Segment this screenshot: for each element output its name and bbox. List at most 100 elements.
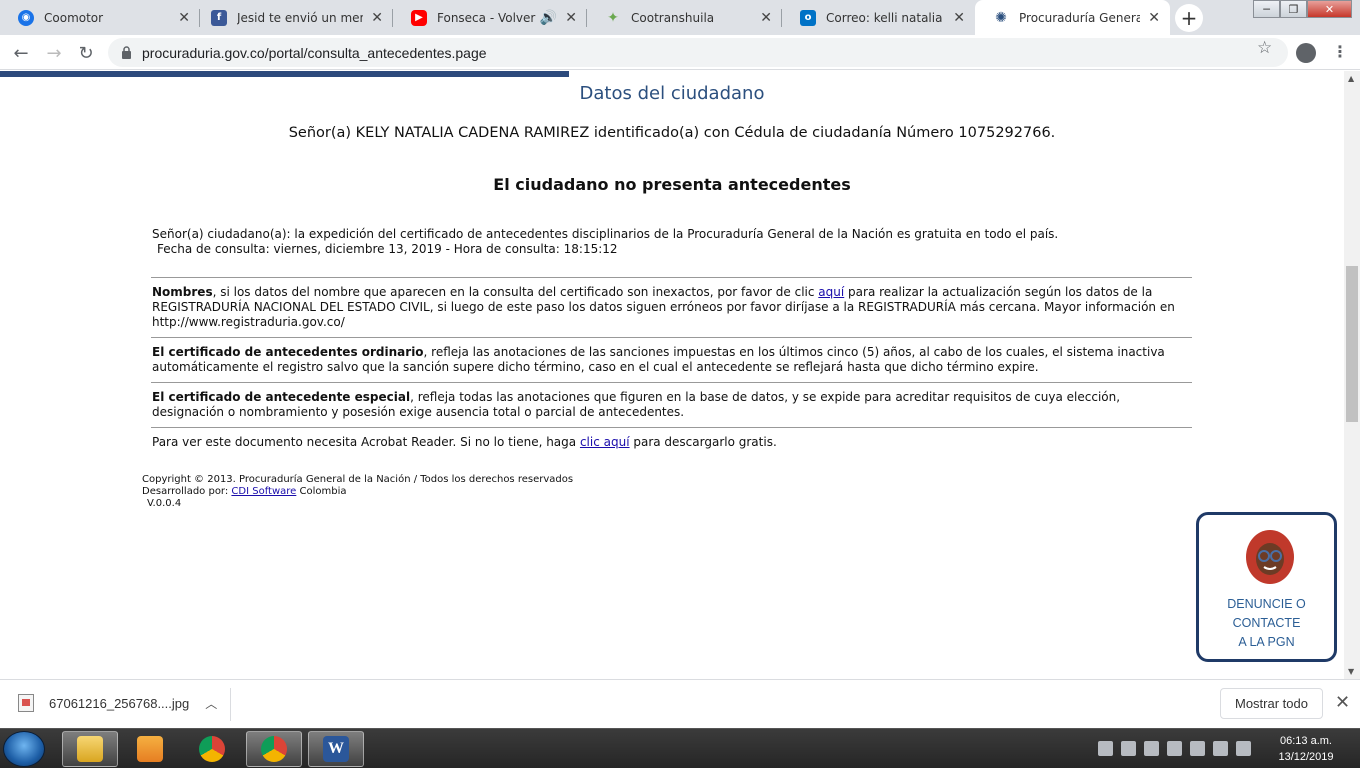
windows-taskbar: W 06:13 a.m. 13/12/2019 <box>0 728 1360 768</box>
volume-icon[interactable] <box>1190 741 1205 756</box>
back-button[interactable]: ← <box>8 40 34 66</box>
scroll-thumb[interactable] <box>1346 266 1358 422</box>
section-title: Datos del ciudadano <box>579 83 765 104</box>
cdi-software-link[interactable]: CDI Software <box>231 486 296 497</box>
taskbar-chrome[interactable] <box>184 731 240 767</box>
procuraduria-icon: ✺ <box>995 9 1007 26</box>
denuncie-contacte-widget[interactable]: DENUNCIE O CONTACTE A LA PGN <box>1196 512 1337 662</box>
system-tray <box>1098 741 1251 756</box>
clic-aqui-link[interactable]: clic aquí <box>580 435 630 449</box>
address-bar[interactable]: procuraduria.gov.co/portal/consulta_ante… <box>108 38 1288 67</box>
chrome-icon <box>199 736 225 762</box>
forward-button[interactable]: → <box>41 40 67 66</box>
tab-cootranshuila[interactable]: ✦ Cootranshuila ✕ <box>587 0 782 35</box>
acrobat-text: Para ver este documento necesita Acrobat… <box>152 435 580 449</box>
especial-paragraph: El certificado de antecedente especial, … <box>152 390 1192 420</box>
divider <box>151 427 1192 428</box>
notice-line: Señor(a) ciudadano(a): la expedición del… <box>152 227 1059 241</box>
network-icon[interactable] <box>1144 741 1159 756</box>
nombres-text: , si los datos del nombre que aparecen e… <box>212 285 819 299</box>
clock-time: 06:13 a.m. <box>1280 735 1332 747</box>
citizen-line: Señor(a) KELY NATALIA CADENA RAMIREZ ide… <box>288 125 1056 141</box>
bookmark-star-icon[interactable]: ☆ <box>1257 38 1272 58</box>
download-filename: 67061216_256768....jpg <box>49 695 190 711</box>
scroll-up-icon[interactable]: ▲ <box>1348 74 1354 83</box>
close-shelf-icon[interactable]: ✕ <box>1335 692 1350 713</box>
speaker-icon[interactable] <box>1121 741 1136 756</box>
hummingbird-icon: ✦ <box>607 9 619 26</box>
ordinario-bold: El certificado de antecedentes ordinario <box>152 345 424 359</box>
assistant-avatar-icon <box>1245 529 1295 585</box>
windows-icon[interactable] <box>1236 741 1251 756</box>
clock-date: 13/12/2019 <box>1278 751 1334 763</box>
scroll-down-icon[interactable]: ▼ <box>1348 667 1354 676</box>
taskbar-media-player[interactable] <box>122 731 178 767</box>
download-shelf: 67061216_256768....jpg ︿ Mostrar todo ✕ <box>0 679 1360 728</box>
acrobat-text-2: para descargarlo gratis. <box>629 435 777 449</box>
minimize-button[interactable]: ─ <box>1253 0 1280 18</box>
antivirus-icon[interactable] <box>1098 741 1113 756</box>
maximize-button[interactable]: ❐ <box>1280 0 1307 18</box>
nombres-paragraph: Nombres, si los datos del nombre que apa… <box>152 285 1192 330</box>
show-all-button[interactable]: Mostrar todo <box>1220 688 1323 719</box>
close-icon[interactable]: ✕ <box>760 10 772 26</box>
copyright: Copyright © 2013. Procuraduría General d… <box>142 474 574 485</box>
tab-title: Procuraduría General de <box>1019 10 1141 25</box>
tab-title: Fonseca - Volver a V <box>437 10 536 25</box>
tab-title: Coomotor <box>44 10 104 25</box>
divider <box>151 382 1192 383</box>
account-icon[interactable] <box>1296 43 1316 63</box>
chevron-up-icon[interactable]: ︿ <box>205 695 217 712</box>
word-icon: W <box>323 736 349 762</box>
start-button[interactable] <box>3 731 45 767</box>
tab-coomotor[interactable]: ◉ Coomotor ✕ <box>0 0 200 35</box>
download-item[interactable]: 67061216_256768....jpg ︿ <box>18 694 217 712</box>
page-scrollbar[interactable]: ▲ ▼ <box>1344 71 1360 679</box>
consult-date: Fecha de consulta: viernes, diciembre 13… <box>157 242 618 256</box>
close-icon[interactable]: ✕ <box>178 10 190 26</box>
audio-icon[interactable]: 🔊 <box>540 10 557 26</box>
new-tab-button[interactable]: + <box>1175 4 1203 32</box>
close-icon[interactable]: ✕ <box>1148 10 1160 26</box>
image-file-icon <box>18 694 34 712</box>
notice: Señor(a) ciudadano(a): la expedición del… <box>152 227 1192 257</box>
nombres-bold: Nombres <box>152 285 213 299</box>
tab-procuraduria[interactable]: ✺ Procuraduría General de ✕ <box>975 0 1170 35</box>
monitor-icon[interactable] <box>1167 741 1182 756</box>
explorer-icon <box>77 736 103 762</box>
chrome-active-icon <box>261 736 287 762</box>
taskbar-explorer[interactable] <box>62 731 118 767</box>
url-text: procuraduria.gov.co/portal/consulta_ante… <box>142 44 487 61</box>
taskbar-word[interactable]: W <box>308 731 364 767</box>
tab-strip: ◉ Coomotor ✕ f Jesid te envió un mensaje… <box>0 0 1360 35</box>
window-close-button[interactable]: ✕ <box>1307 0 1352 18</box>
close-icon[interactable]: ✕ <box>565 10 577 26</box>
menu-icon[interactable]: ⋮ <box>1332 42 1348 61</box>
tab-outlook[interactable]: o Correo: kelli natalia cade ✕ <box>782 0 975 35</box>
aqui-link[interactable]: aquí <box>818 285 844 299</box>
settings-icon[interactable] <box>1213 741 1228 756</box>
facebook-icon: f <box>211 9 227 26</box>
tab-title: Correo: kelli natalia cade <box>826 10 945 25</box>
close-icon[interactable]: ✕ <box>371 10 383 26</box>
widget-label[interactable]: DENUNCIE O CONTACTE A LA PGN <box>1199 595 1334 652</box>
acrobat-paragraph: Para ver este documento necesita Acrobat… <box>152 435 1192 450</box>
version: V.0.0.4 <box>147 498 182 509</box>
system-clock[interactable]: 06:13 a.m. 13/12/2019 <box>1266 733 1346 765</box>
outlook-icon: o <box>800 9 816 26</box>
reload-button[interactable]: ↻ <box>73 40 99 66</box>
page-content: Datos del ciudadano Señor(a) KELY NATALI… <box>0 71 1344 679</box>
header-bar <box>0 71 569 77</box>
close-icon[interactable]: ✕ <box>953 10 965 26</box>
taskbar-chrome-active[interactable] <box>246 731 302 767</box>
browser-toolbar: ← → ↻ procuraduria.gov.co/portal/consult… <box>0 35 1360 70</box>
lock-icon <box>120 46 132 60</box>
especial-bold: El certificado de antecedente especial <box>152 390 411 404</box>
ordinario-paragraph: El certificado de antecedentes ordinario… <box>152 345 1192 375</box>
media-player-icon <box>137 736 163 762</box>
page-footer: Copyright © 2013. Procuraduría General d… <box>142 474 573 510</box>
tab-youtube[interactable]: ▶ Fonseca - Volver a V 🔊 ✕ <box>393 0 587 35</box>
verdict-text: El ciudadano no presenta antecedentes <box>493 175 851 194</box>
tab-facebook[interactable]: f Jesid te envió un mensaje ✕ <box>193 0 393 35</box>
tab-title: Cootranshuila <box>631 10 715 25</box>
